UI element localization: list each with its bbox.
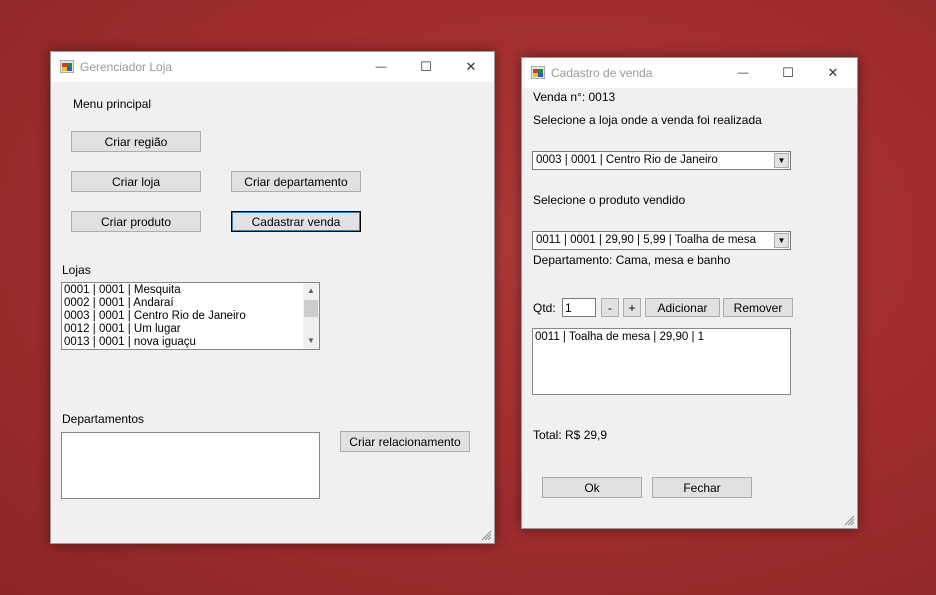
qtd-label: Qtd: bbox=[533, 301, 556, 315]
list-item[interactable]: 0003 | 0001 | Centro Rio de Janeiro bbox=[62, 310, 319, 323]
minimize-button[interactable]: — bbox=[720, 58, 766, 88]
scroll-down-icon[interactable]: ▼ bbox=[303, 333, 319, 349]
ok-button[interactable]: Ok bbox=[542, 477, 642, 498]
gerenciador-titlebar[interactable]: Gerenciador Loja — ☐ ✕ bbox=[51, 52, 494, 82]
list-item[interactable]: 0011 | Toalha de mesa | 29,90 | 1 bbox=[533, 331, 790, 344]
lojas-listbox[interactable]: 0001 | 0001 | Mesquita 0002 | 0001 | And… bbox=[61, 282, 320, 350]
departamentos-listbox[interactable] bbox=[61, 432, 320, 499]
maximize-button[interactable]: ☐ bbox=[765, 58, 811, 88]
cadastrar-venda-button[interactable]: Cadastrar venda bbox=[231, 211, 361, 232]
itens-listbox[interactable]: 0011 | Toalha de mesa | 29,90 | 1 bbox=[532, 328, 791, 395]
app-icon bbox=[531, 66, 545, 79]
resize-grip-icon[interactable] bbox=[843, 514, 855, 526]
departamentos-label: Departamentos bbox=[62, 412, 145, 426]
maximize-button[interactable]: ☐ bbox=[403, 52, 449, 82]
departamento-label: Departamento: Cama, mesa e banho bbox=[533, 253, 731, 267]
cadastro-titlebar[interactable]: Cadastro de venda — ☐ ✕ bbox=[522, 58, 857, 88]
venda-numero-label: Venda n°: 0013 bbox=[533, 90, 616, 104]
chevron-down-icon[interactable]: ▼ bbox=[774, 153, 789, 168]
close-button[interactable]: ✕ bbox=[448, 52, 494, 82]
resize-grip-icon[interactable] bbox=[480, 529, 492, 541]
decrement-button[interactable]: - bbox=[601, 298, 619, 317]
fechar-button[interactable]: Fechar bbox=[652, 477, 752, 498]
loja-combobox-value: 0003 | 0001 | Centro Rio de Janeiro bbox=[536, 154, 718, 166]
produto-combobox-value: 0011 | 0001 | 29,90 | 5,99 | Toalha de m… bbox=[536, 234, 756, 246]
lojas-scrollbar[interactable]: ▲ ▼ bbox=[303, 283, 319, 349]
scroll-up-icon[interactable]: ▲ bbox=[303, 283, 319, 299]
qtd-input[interactable] bbox=[562, 298, 596, 317]
minimize-button[interactable]: — bbox=[358, 52, 404, 82]
adicionar-button[interactable]: Adicionar bbox=[645, 298, 720, 317]
list-item[interactable]: 0012 | 0001 | Um lugar bbox=[62, 323, 319, 336]
scroll-thumb[interactable] bbox=[304, 300, 318, 317]
window-title: Gerenciador Loja bbox=[80, 60, 173, 74]
window-title: Cadastro de venda bbox=[551, 66, 653, 80]
list-item[interactable]: 0002 | 0001 | Andaraí bbox=[62, 297, 319, 310]
list-item[interactable]: 0001 | 0001 | Mesquita bbox=[62, 284, 319, 297]
criar-produto-button[interactable]: Criar produto bbox=[71, 211, 201, 232]
produto-prompt-label: Selecione o produto vendido bbox=[533, 193, 686, 207]
lojas-label: Lojas bbox=[62, 263, 91, 277]
menu-principal-label: Menu principal bbox=[73, 97, 152, 111]
list-item[interactable]: 0013 | 0001 | nova iguaçu bbox=[62, 336, 319, 349]
cadastro-venda-window: Cadastro de venda — ☐ ✕ Venda n°: 0013 S… bbox=[521, 57, 858, 529]
criar-regiao-button[interactable]: Criar região bbox=[71, 131, 201, 152]
total-label: Total: R$ 29,9 bbox=[533, 428, 608, 442]
criar-departamento-button[interactable]: Criar departamento bbox=[231, 171, 361, 192]
loja-prompt-label: Selecione a loja onde a venda foi realiz… bbox=[533, 113, 762, 127]
remover-button[interactable]: Remover bbox=[723, 298, 793, 317]
criar-relacionamento-button[interactable]: Criar relacionamento bbox=[340, 431, 470, 452]
gerenciador-window: Gerenciador Loja — ☐ ✕ Menu principal Cr… bbox=[50, 51, 495, 544]
app-icon bbox=[60, 60, 74, 73]
close-button[interactable]: ✕ bbox=[810, 58, 856, 88]
produto-combobox[interactable]: 0011 | 0001 | 29,90 | 5,99 | Toalha de m… bbox=[532, 231, 791, 250]
chevron-down-icon[interactable]: ▼ bbox=[774, 233, 789, 248]
criar-loja-button[interactable]: Criar loja bbox=[71, 171, 201, 192]
increment-button[interactable]: + bbox=[623, 298, 641, 317]
loja-combobox[interactable]: 0003 | 0001 | Centro Rio de Janeiro ▼ bbox=[532, 151, 791, 170]
